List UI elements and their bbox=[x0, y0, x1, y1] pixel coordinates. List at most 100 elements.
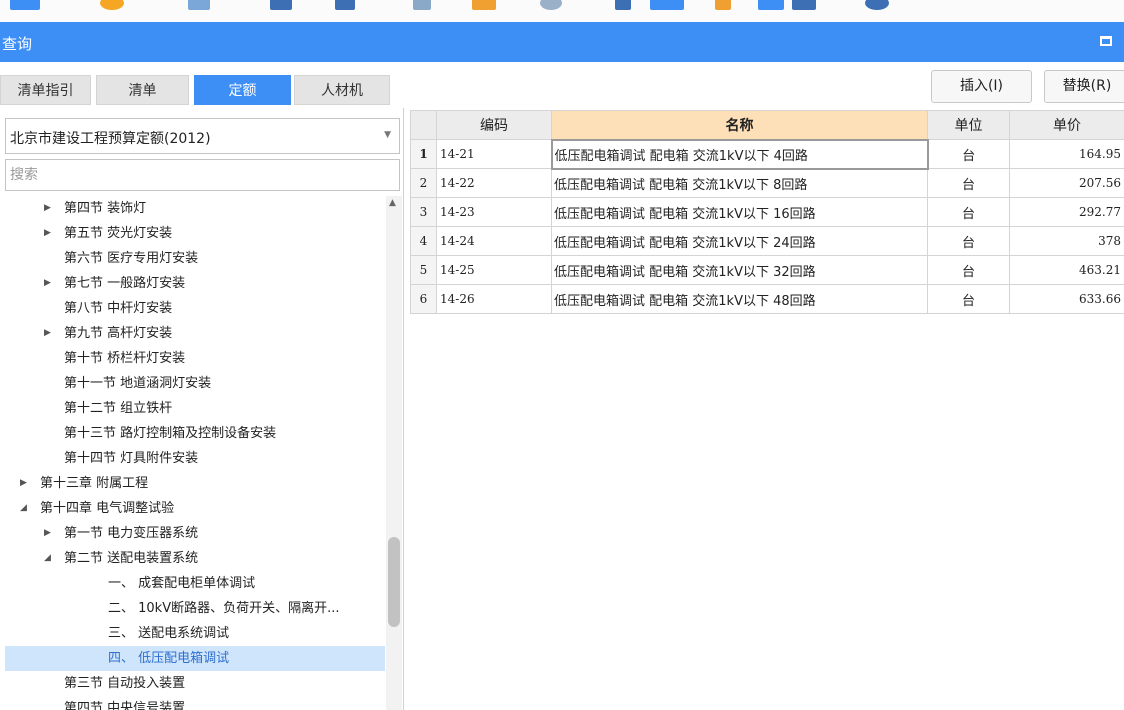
filter-icon[interactable] bbox=[758, 0, 784, 10]
table-row[interactable]: 2 14-22 低压配电箱调试 配电箱 交流1kV以下 8回路台 207.56 bbox=[410, 168, 1124, 198]
code-cell[interactable]: 14-21 bbox=[436, 139, 552, 169]
tree-node[interactable]: ▶ 第十三章 附属工程 bbox=[0, 471, 386, 496]
code-cell[interactable]: 14-22 bbox=[436, 168, 552, 198]
unit-cell[interactable]: 台 bbox=[927, 255, 1010, 285]
code-cell[interactable]: 14-26 bbox=[436, 284, 552, 314]
tree-node[interactable]: 四、 低压配电箱调试 bbox=[5, 646, 385, 671]
expand-arrow-icon[interactable]: ▶ bbox=[44, 271, 51, 296]
insert-button[interactable]: 插入(I) bbox=[931, 70, 1032, 103]
table-row[interactable]: 1 14-21 低压配电箱调试 配电箱 交流1kV以下 4回路台 164.95 bbox=[410, 138, 1124, 170]
folder-icon[interactable] bbox=[472, 0, 496, 10]
brush-icon[interactable] bbox=[615, 0, 631, 10]
price-cell[interactable]: 463.21 bbox=[1009, 255, 1124, 285]
code-cell[interactable]: 14-23 bbox=[436, 197, 552, 227]
globe-icon[interactable] bbox=[540, 0, 562, 10]
scrollbar-thumb[interactable] bbox=[388, 537, 400, 627]
tree-node[interactable]: ▶ 第一节 电力变压器系统 bbox=[0, 521, 386, 546]
tree-node[interactable]: ▶ 第七节 一般路灯安装 bbox=[0, 271, 386, 296]
settings-icon[interactable] bbox=[865, 0, 889, 10]
scroll-up-icon[interactable]: ▲ bbox=[389, 198, 396, 208]
chart-icon[interactable] bbox=[715, 0, 731, 10]
table-row[interactable]: 3 14-23 低压配电箱调试 配电箱 交流1kV以下 16回路台 292.77 bbox=[410, 197, 1124, 227]
name-cell[interactable]: 低压配电箱调试 配电箱 交流1kV以下 24回路 bbox=[551, 226, 928, 256]
tab-quota[interactable]: 定额 bbox=[194, 75, 291, 105]
table-row[interactable]: 5 14-25 低压配电箱调试 配电箱 交流1kV以下 32回路台 463.21 bbox=[410, 255, 1124, 285]
row-number-cell[interactable]: 2 bbox=[410, 168, 437, 198]
column-header-code[interactable]: 编码 bbox=[436, 110, 552, 140]
tree-node[interactable]: 第十节 桥栏杆灯安装 bbox=[0, 346, 386, 371]
expand-arrow-icon[interactable]: ▶ bbox=[44, 521, 51, 546]
expand-arrow-icon[interactable]: ▶ bbox=[44, 196, 51, 221]
expand-arrow-icon[interactable]: ▶ bbox=[44, 321, 51, 346]
name-cell[interactable]: 低压配电箱调试 配电箱 交流1kV以下 8回路 bbox=[551, 168, 928, 198]
document-icon[interactable] bbox=[335, 0, 355, 10]
tree-node[interactable]: 第四节 中央信号装置 bbox=[0, 696, 386, 710]
replace-button[interactable]: 替换(R) bbox=[1044, 70, 1124, 103]
tree-node[interactable]: ◢ 第十四章 电气调整试验 bbox=[0, 496, 386, 521]
tab-list-guide[interactable]: 清单指引 bbox=[0, 75, 91, 105]
table-row[interactable]: 6 14-26 低压配电箱调试 配电箱 交流1kV以下 48回路台 633.66 bbox=[410, 284, 1124, 314]
name-cell[interactable]: 低压配电箱调试 配电箱 交流1kV以下 48回路 bbox=[551, 284, 928, 314]
tree-node[interactable]: 第六节 医疗专用灯安装 bbox=[0, 246, 386, 271]
tree-node[interactable]: ◢ 第二节 送配电装置系统 bbox=[0, 546, 386, 571]
name-cell[interactable]: 低压配电箱调试 配电箱 交流1kV以下 32回路 bbox=[551, 255, 928, 285]
tree-node[interactable]: 一、 成套配电柜单体调试 bbox=[0, 571, 386, 596]
row-number-cell[interactable]: 6 bbox=[410, 284, 437, 314]
row-number-cell[interactable]: 5 bbox=[410, 255, 437, 285]
code-cell[interactable]: 14-25 bbox=[436, 255, 552, 285]
tree-node[interactable]: 第八节 中杆灯安装 bbox=[0, 296, 386, 321]
tree-node[interactable]: 第十三节 路灯控制箱及控制设备安装 bbox=[0, 421, 386, 446]
row-number-cell[interactable]: 4 bbox=[410, 226, 437, 256]
search-input[interactable] bbox=[5, 159, 400, 191]
tab-bill-list[interactable]: 清单 bbox=[96, 75, 189, 105]
column-header-name[interactable]: 名称 bbox=[551, 110, 928, 140]
name-cell[interactable]: 低压配电箱调试 配电箱 交流1kV以下 4回路 bbox=[550, 138, 929, 170]
tree-scrollbar[interactable]: ▲ bbox=[386, 196, 402, 710]
tree-node[interactable]: ▶ 第九节 高杆灯安装 bbox=[0, 321, 386, 346]
edit-icon[interactable] bbox=[413, 0, 431, 10]
tree-node[interactable]: 第十一节 地道涵洞灯安装 bbox=[0, 371, 386, 396]
table-icon[interactable] bbox=[792, 0, 816, 10]
unit-cell[interactable]: 台 bbox=[927, 284, 1010, 314]
collapse-arrow-icon[interactable]: ◢ bbox=[20, 496, 27, 521]
tree-node[interactable]: ▶ 第四节 装饰灯 bbox=[0, 196, 386, 221]
column-header-unit[interactable]: 单位 bbox=[927, 110, 1010, 140]
tab-labor-material-machine[interactable]: 人材机 bbox=[294, 75, 390, 105]
table-row[interactable]: 4 14-24 低压配电箱调试 配电箱 交流1kV以下 24回路台 378 bbox=[410, 226, 1124, 256]
tree-node[interactable]: 第三节 自动投入装置 bbox=[0, 671, 386, 696]
tree-node[interactable]: 二、 10kV断路器、负荷开关、隔离开... bbox=[0, 596, 386, 621]
unit-cell[interactable]: 台 bbox=[927, 168, 1010, 198]
row-number-cell[interactable]: 1 bbox=[410, 139, 437, 169]
column-header-price[interactable]: 单价 bbox=[1009, 110, 1124, 140]
price-cell[interactable]: 292.77 bbox=[1009, 197, 1124, 227]
tree-node[interactable]: 三、 送配电系统调试 bbox=[0, 621, 386, 646]
tree-node-label: 第六节 医疗专用灯安装 bbox=[64, 251, 199, 266]
price-cell[interactable]: 164.95 bbox=[1009, 139, 1124, 169]
unit-cell[interactable]: 台 bbox=[927, 139, 1010, 169]
price-cell[interactable]: 378 bbox=[1009, 226, 1124, 256]
list-icon[interactable] bbox=[270, 0, 292, 10]
name-cell[interactable]: 低压配电箱调试 配电箱 交流1kV以下 16回路 bbox=[551, 197, 928, 227]
tree-node-label: 三、 送配电系统调试 bbox=[108, 626, 230, 641]
code-cell[interactable]: 14-24 bbox=[436, 226, 552, 256]
collapse-arrow-icon[interactable]: ◢ bbox=[44, 546, 51, 571]
link-icon[interactable] bbox=[650, 0, 684, 10]
expand-arrow-icon[interactable]: ▶ bbox=[20, 471, 27, 496]
chevron-down-icon[interactable]: ▼ bbox=[384, 130, 391, 140]
row-number-cell[interactable]: 3 bbox=[410, 197, 437, 227]
maximize-icon[interactable] bbox=[1100, 36, 1112, 46]
price-cell[interactable]: 207.56 bbox=[1009, 168, 1124, 198]
quota-results-grid: 编码 名称 单位 单价 1 14-21 低压配电箱调试 配电箱 交流1kV以下 4回… bbox=[410, 110, 1124, 314]
grid-icon[interactable] bbox=[10, 0, 40, 10]
tree-node[interactable]: 第十四节 灯具附件安装 bbox=[0, 446, 386, 471]
database-icon[interactable] bbox=[100, 0, 124, 10]
quota-navigation-panel: 北京市建设工程预算定额(2012) ▼ ▶ 第四节 装饰灯 ▶ 第五节 荧光灯安装第六… bbox=[0, 108, 404, 710]
tree-node[interactable]: ▶ 第五节 荧光灯安装 bbox=[0, 221, 386, 246]
calculator-icon[interactable] bbox=[188, 0, 210, 10]
tree-node[interactable]: 第十二节 组立铁杆 bbox=[0, 396, 386, 421]
expand-arrow-icon[interactable]: ▶ bbox=[44, 221, 51, 246]
price-cell[interactable]: 633.66 bbox=[1009, 284, 1124, 314]
unit-cell[interactable]: 台 bbox=[927, 197, 1010, 227]
quota-library-select[interactable]: 北京市建设工程预算定额(2012) ▼ bbox=[5, 118, 400, 154]
unit-cell[interactable]: 台 bbox=[927, 226, 1010, 256]
